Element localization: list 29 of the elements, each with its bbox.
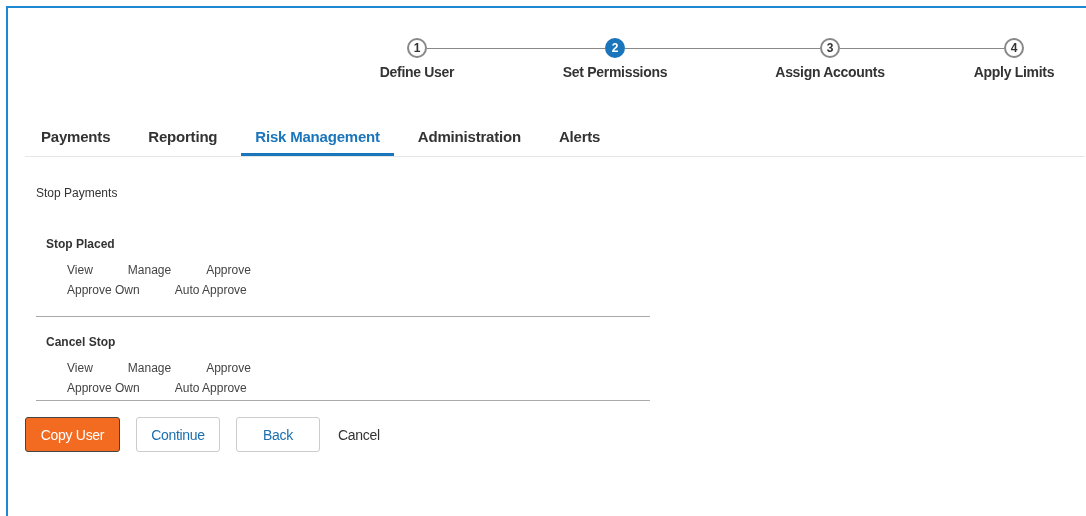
secondary-button[interactable]: Continue: [136, 417, 220, 452]
permission-label: Approve: [206, 262, 251, 279]
cancel-link[interactable]: Cancel: [336, 417, 382, 452]
step-number: 4: [1004, 38, 1024, 58]
permission-label: Approve: [206, 360, 251, 377]
step-label: Define User: [379, 64, 455, 80]
permission-label: View: [67, 262, 93, 279]
permission-label: Auto Approve: [174, 282, 247, 299]
group-title: Cancel Stop: [46, 335, 116, 349]
tab[interactable]: Reporting: [134, 120, 232, 156]
step-number: 3: [820, 38, 840, 58]
tab[interactable]: Payments: [27, 120, 125, 156]
step-number: 2: [605, 38, 625, 58]
tab[interactable]: Alerts: [544, 120, 615, 156]
step-label: Assign Accounts: [775, 64, 885, 80]
permission-label: Approve Own: [67, 282, 140, 299]
step-label: Set Permissions: [562, 64, 668, 80]
permission-label: Manage: [127, 360, 172, 377]
permission-label: Auto Approve: [174, 380, 247, 397]
section-title: Stop Payments: [36, 186, 118, 200]
step-number: 1: [407, 38, 427, 58]
step-label: Apply Limits: [973, 64, 1055, 80]
tab[interactable]: Risk Management: [241, 120, 394, 156]
group-title: Stop Placed: [46, 237, 115, 251]
permission-label: View: [67, 360, 93, 377]
permission-label: Manage: [127, 262, 172, 279]
secondary-button[interactable]: Back: [236, 417, 320, 452]
tab[interactable]: Administration: [403, 120, 535, 156]
permission-label: Approve Own: [67, 380, 140, 397]
